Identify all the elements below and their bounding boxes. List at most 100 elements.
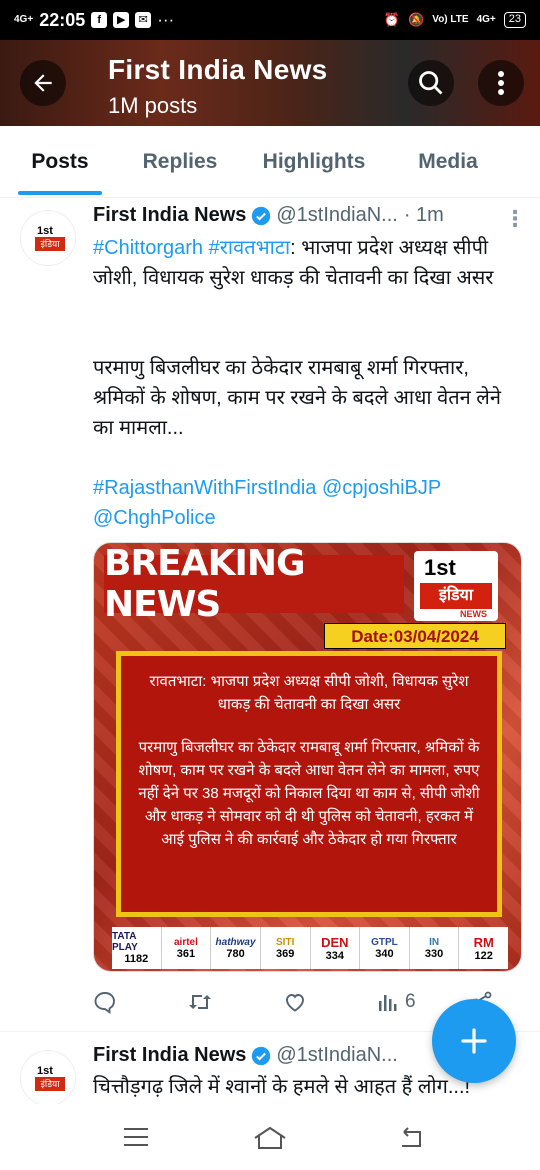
channel-brand: GTPL: [371, 936, 398, 948]
search-icon: [419, 71, 443, 95]
more-options-button[interactable]: [478, 60, 524, 106]
repost-button[interactable]: [187, 990, 283, 1014]
arrow-left-icon: [34, 74, 52, 92]
avatar-logo-text: इंडिया: [35, 1077, 65, 1091]
tab-label: Posts: [31, 149, 89, 173]
more-notifications-icon: ···: [157, 10, 175, 29]
page-title: First India News: [108, 54, 328, 85]
channel-brand: DEN: [321, 934, 349, 950]
like-button[interactable]: [283, 990, 377, 1014]
repost-icon: [189, 995, 211, 1009]
recent-apps-icon[interactable]: [122, 1126, 150, 1148]
avatar[interactable]: 1st इंडिया: [20, 1050, 76, 1106]
channel-number: 361: [176, 947, 196, 960]
channel-brand: RM: [473, 934, 494, 950]
news-headline: रावतभाटा: भाजपा प्रदेश अध्यक्ष सीपी जोशी…: [149, 673, 469, 713]
post-count: 1M posts: [108, 93, 198, 118]
channel-item: DEN 334: [311, 927, 361, 969]
channel-brand: IN: [429, 936, 440, 948]
volte-indicator: Vo) LTE: [432, 14, 469, 25]
channel-number: 369: [276, 947, 295, 960]
author-name[interactable]: First India News: [93, 1044, 246, 1067]
tab-label: Replies: [142, 149, 218, 173]
active-tab-indicator: [18, 191, 102, 195]
verified-badge-icon: [252, 206, 271, 225]
channel-item: SITI 369: [261, 927, 311, 969]
avatar-logo-text: इंडिया: [35, 237, 65, 251]
reply-button[interactable]: [93, 990, 187, 1014]
tweet-timestamp: · 1m: [403, 204, 444, 226]
back-button[interactable]: [20, 60, 66, 106]
tab-highlights[interactable]: Highlights: [240, 126, 388, 197]
tab-label: Highlights: [262, 149, 366, 173]
logo-text: NEWS: [460, 609, 487, 619]
channel-brand: hathway: [215, 936, 256, 948]
tweet-text: #Chittorgarh #रावतभाटा: भाजपा प्रदेश अध्…: [93, 233, 523, 293]
channel-number: 122: [474, 949, 493, 962]
channel-number: 340: [375, 947, 394, 960]
channel-brand: airtel: [173, 936, 198, 948]
views-chart-icon: [379, 995, 397, 1011]
channel-number: 334: [325, 949, 344, 962]
tweet-author-row: First India News @1stIndiaN...: [93, 1044, 398, 1067]
signal-indicator: 4G+: [476, 14, 496, 25]
author-handle[interactable]: @1stIndiaN...: [276, 1044, 397, 1067]
news-date: Date:03/04/2024: [324, 623, 506, 649]
hashtag-link[interactable]: #Chittorgarh #रावतभाटा: [93, 237, 290, 259]
author-name[interactable]: First India News: [93, 204, 246, 227]
verified-badge-icon: [252, 1046, 271, 1065]
avatar-logo-text: 1st: [37, 225, 53, 237]
logo-text: 1st: [424, 555, 456, 580]
news-text-box: रावतभाटा: भाजपा प्रदेश अध्यक्ष सीपी जोशी…: [116, 651, 502, 917]
tweet-author-row: First India News @1stIndiaN... · 1m: [93, 204, 444, 227]
channel-numbers-strip: TATA PLAY 1182 airtel 361 hathway 780 SITI 3…: [112, 927, 508, 969]
back-nav-icon[interactable]: [398, 1126, 426, 1150]
channel-item: hathway 780: [211, 927, 261, 969]
mention-link[interactable]: @cpjoshiBJP: [322, 477, 441, 499]
channel-number: 330: [424, 947, 444, 960]
hashtag-link[interactable]: #RajasthanWithFirstIndia: [93, 477, 316, 499]
clock: 22:05: [39, 9, 86, 30]
home-icon[interactable]: [253, 1126, 287, 1150]
tab-replies[interactable]: Replies: [120, 126, 240, 197]
tab-label: Media: [418, 149, 478, 173]
youtube-icon: ▶: [113, 12, 130, 28]
tweet-more-icon[interactable]: ⋮: [504, 206, 526, 232]
mute-icon: 🔕: [408, 12, 425, 27]
tab-posts[interactable]: Posts: [0, 126, 120, 197]
tab-media[interactable]: Media: [388, 126, 508, 197]
breaking-news-text: BREAKING NEWS: [104, 543, 306, 625]
heart-icon: [286, 994, 304, 1012]
profile-tabs: Posts Replies Highlights Media: [0, 126, 540, 198]
channel-number: 780: [226, 947, 245, 960]
logo-text: इंडिया: [420, 583, 492, 609]
compose-post-button[interactable]: [432, 999, 516, 1083]
channel-number: 1182: [124, 953, 149, 965]
mail-icon: ✉: [135, 12, 152, 28]
channel-item: GTPL 340: [360, 927, 410, 969]
system-navigation-bar: [0, 1104, 540, 1170]
battery-icon: 23: [503, 12, 526, 28]
breaking-news-banner: BREAKING NEWS: [104, 543, 404, 625]
status-bar: 4G+ 22:05 f ▶ ✉ ··· ⏰ 🔕 Vo) LTE 4G+ 23: [0, 0, 540, 40]
channel-brand: TATA PLAY: [112, 931, 138, 953]
tweet-text: चित्तौड़गढ़ जिले में श्वानों के हमले से …: [93, 1076, 471, 1098]
reply-icon: [94, 992, 115, 1014]
avatar-logo-text: 1st: [37, 1065, 53, 1077]
channel-logo: 1st इंडिया NEWS: [414, 551, 498, 621]
channel-brand: SITI: [276, 936, 295, 948]
network-indicator: 4G+: [14, 14, 34, 25]
facebook-icon: f: [91, 12, 108, 28]
plus-icon: [461, 1028, 487, 1054]
tweet-text-paragraph: परमाणु बिजलीघर का ठेकेदार रामबाबू शर्मा …: [93, 357, 501, 439]
news-body: परमाणु बिजलीघर का ठेकेदार रामबाबू शर्मा …: [138, 739, 480, 848]
tweet-links: #RajasthanWithFirstIndia @cpjoshiBJP @Ch…: [93, 473, 523, 533]
tweet-media-image[interactable]: BREAKING NEWS 1st इंडिया NEWS Date:03/04…: [93, 542, 522, 972]
views-count: 6: [405, 991, 416, 1012]
profile-header: First India News 1M posts: [0, 40, 540, 126]
avatar[interactable]: 1st इंडिया: [20, 210, 76, 266]
channel-item: IN 330: [410, 927, 460, 969]
search-button[interactable]: [408, 60, 454, 106]
mention-link[interactable]: @ChghPolice: [93, 507, 216, 529]
author-handle[interactable]: @1stIndiaN...: [276, 204, 397, 227]
